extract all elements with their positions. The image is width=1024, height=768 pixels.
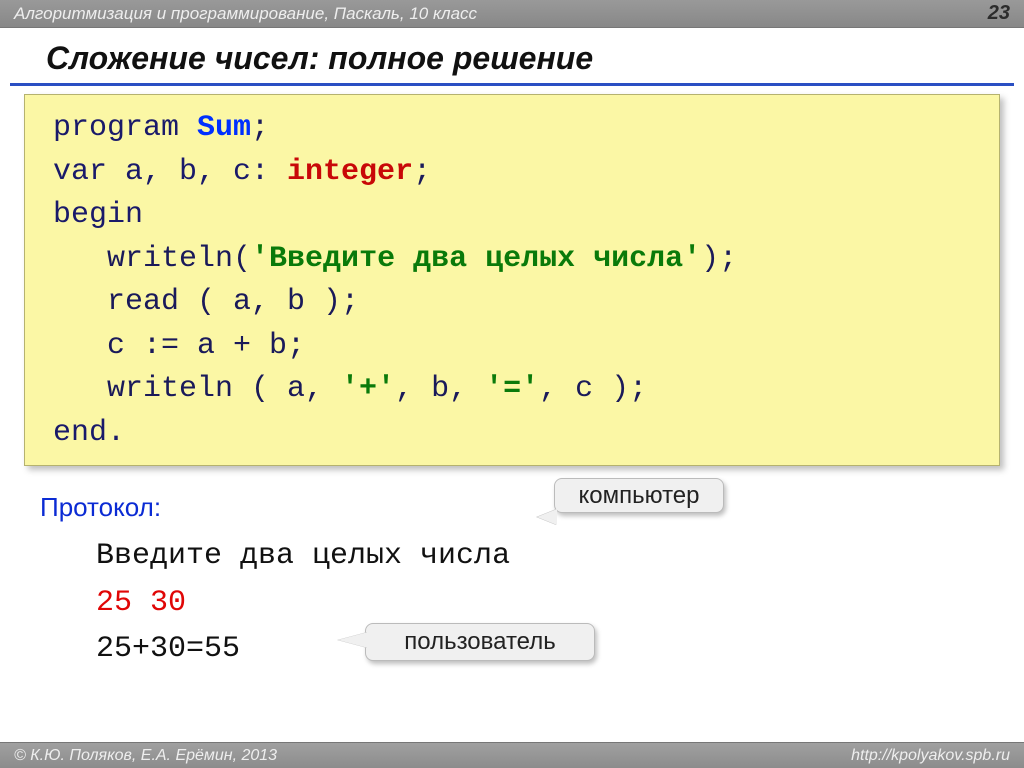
slide-title: Сложение чисел: полное решение bbox=[10, 28, 1014, 86]
code-line-2b: ; bbox=[413, 155, 431, 189]
protocol-line-2: 25 30 bbox=[96, 586, 186, 620]
code-line-1b: ; bbox=[251, 111, 269, 145]
protocol-line-1: Введите два целых числа bbox=[96, 539, 510, 573]
page-number: 23 bbox=[988, 2, 1010, 25]
code-string-2: '+' bbox=[341, 372, 395, 406]
code-line-8: end. bbox=[53, 416, 125, 450]
code-line-1a: program bbox=[53, 111, 197, 145]
footer-url: http://kpolyakov.spb.ru bbox=[851, 747, 1010, 765]
code-line-6: c := a + b; bbox=[53, 329, 305, 363]
course-title: Алгоритмизация и программирование, Паска… bbox=[14, 4, 477, 24]
callout-user-text: пользователь bbox=[404, 628, 556, 655]
slide-header: Алгоритмизация и программирование, Паска… bbox=[0, 0, 1024, 28]
code-string-1: 'Введите два целых числа' bbox=[251, 242, 701, 276]
code-line-4b: ); bbox=[701, 242, 737, 276]
protocol-label: Протокол: bbox=[40, 492, 1024, 523]
callout-computer: компьютер bbox=[554, 478, 724, 513]
footer-copyright: © К.Ю. Поляков, Е.А. Ерёмин, 2013 bbox=[14, 747, 277, 765]
code-line-4a: writeln( bbox=[53, 242, 251, 276]
code-line-3: begin bbox=[53, 198, 143, 232]
code-line-5: read ( a, b ); bbox=[53, 285, 359, 319]
code-program-name: Sum bbox=[197, 111, 251, 145]
callout-computer-text: компьютер bbox=[578, 482, 699, 509]
slide-footer: © К.Ю. Поляков, Е.А. Ерёмин, 2013 http:/… bbox=[0, 742, 1024, 768]
code-type: integer bbox=[287, 155, 413, 189]
code-block: program Sum; var a, b, c: integer; begin… bbox=[24, 94, 1000, 466]
code-line-7m: , b, bbox=[395, 372, 485, 406]
protocol-line-3: 25+30=55 bbox=[96, 632, 240, 666]
code-string-3: '=' bbox=[485, 372, 539, 406]
callout-tail-icon bbox=[338, 632, 368, 648]
callout-user: пользователь bbox=[365, 623, 595, 661]
code-line-7a: writeln ( a, bbox=[53, 372, 341, 406]
callout-tail-icon bbox=[537, 509, 557, 525]
code-line-7b: , c ); bbox=[539, 372, 647, 406]
code-line-2a: var a, b, c: bbox=[53, 155, 287, 189]
